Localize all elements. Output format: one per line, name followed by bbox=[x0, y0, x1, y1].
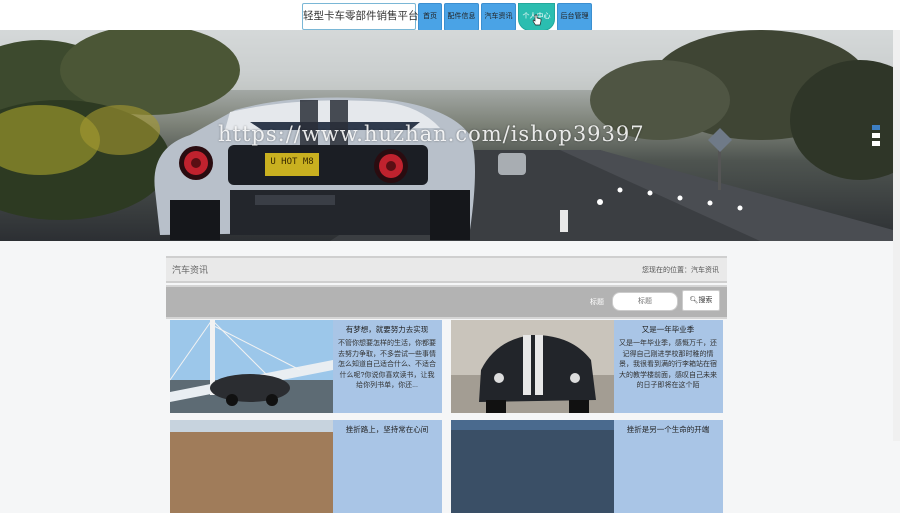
hero-banner: U HOT M8 https://www.huzhan.com/ishop393… bbox=[0, 30, 893, 241]
article-title: 挫折是另一个生命的开端 bbox=[626, 425, 710, 434]
article-summary: 不管你想要怎样的生活，你都要去努力争取，不多尝试一些事情怎么知道自己适合什么、不… bbox=[338, 340, 436, 389]
carousel-indicators bbox=[872, 125, 880, 149]
nav-parts-info[interactable]: 配件信息 bbox=[444, 3, 479, 31]
search-button[interactable]: 🔍︎搜索 bbox=[682, 290, 720, 311]
article-title: 挫折路上，坚持常在心间 bbox=[345, 425, 429, 434]
article-image bbox=[170, 320, 333, 413]
article-summary: 又是一年毕业季，感慨万千，还记得自己刚进学校那时稚的情景，我很看到满的行李箱站在… bbox=[619, 340, 717, 389]
nav-car-news[interactable]: 汽车资讯 bbox=[481, 3, 516, 31]
hand-cursor-icon bbox=[532, 14, 542, 26]
article-image bbox=[451, 320, 614, 413]
license-plate: U HOT M8 bbox=[270, 157, 314, 167]
breadcrumb-label: 您现在的位置： bbox=[642, 267, 691, 274]
article-title: 有梦想，就要努力去实现 bbox=[345, 325, 429, 334]
search-input[interactable] bbox=[612, 292, 678, 311]
article-image bbox=[170, 420, 333, 513]
watermark-text: https://www.huzhan.com/ishop39397 bbox=[218, 122, 645, 146]
page-scrollbar[interactable] bbox=[893, 30, 900, 441]
article-card[interactable]: 又是一年毕业季 又是一年毕业季，感慨万千，还记得自己刚进学校那时稚的情景，我很看… bbox=[451, 320, 723, 413]
carousel-dot-2[interactable] bbox=[872, 133, 880, 138]
article-card[interactable]: 有梦想，就要努力去实现 不管你想要怎样的生活，你都要去努力争取，不多尝试一些事情… bbox=[170, 320, 442, 413]
nav-admin[interactable]: 后台管理 bbox=[557, 3, 592, 31]
search-button-label: 搜索 bbox=[698, 297, 713, 304]
site-title: 轻型卡车零部件销售平台 bbox=[302, 3, 419, 30]
section-title: 汽车资讯 bbox=[172, 265, 209, 275]
article-title: 又是一年毕业季 bbox=[641, 325, 695, 334]
nav-home[interactable]: 首页 bbox=[418, 3, 442, 31]
carousel-dot-3[interactable] bbox=[872, 141, 880, 146]
article-image bbox=[451, 420, 614, 513]
article-card[interactable]: 挫折是另一个生命的开端 bbox=[451, 420, 723, 513]
breadcrumb-bar: 汽车资讯 您现在的位置：汽车资讯 bbox=[166, 256, 727, 283]
search-bar: 标题 🔍︎搜索 bbox=[166, 285, 727, 319]
search-label: 标题 bbox=[590, 299, 604, 306]
top-navbar: 轻型卡车零部件销售平台 首页 配件信息 汽车资讯 个人中心 后台管理 bbox=[0, 0, 900, 34]
breadcrumb: 您现在的位置：汽车资讯 bbox=[642, 265, 719, 275]
breadcrumb-current[interactable]: 汽车资讯 bbox=[691, 267, 719, 274]
carousel-dot-1[interactable] bbox=[872, 125, 880, 130]
article-card[interactable]: 挫折路上，坚持常在心间 bbox=[170, 420, 442, 513]
